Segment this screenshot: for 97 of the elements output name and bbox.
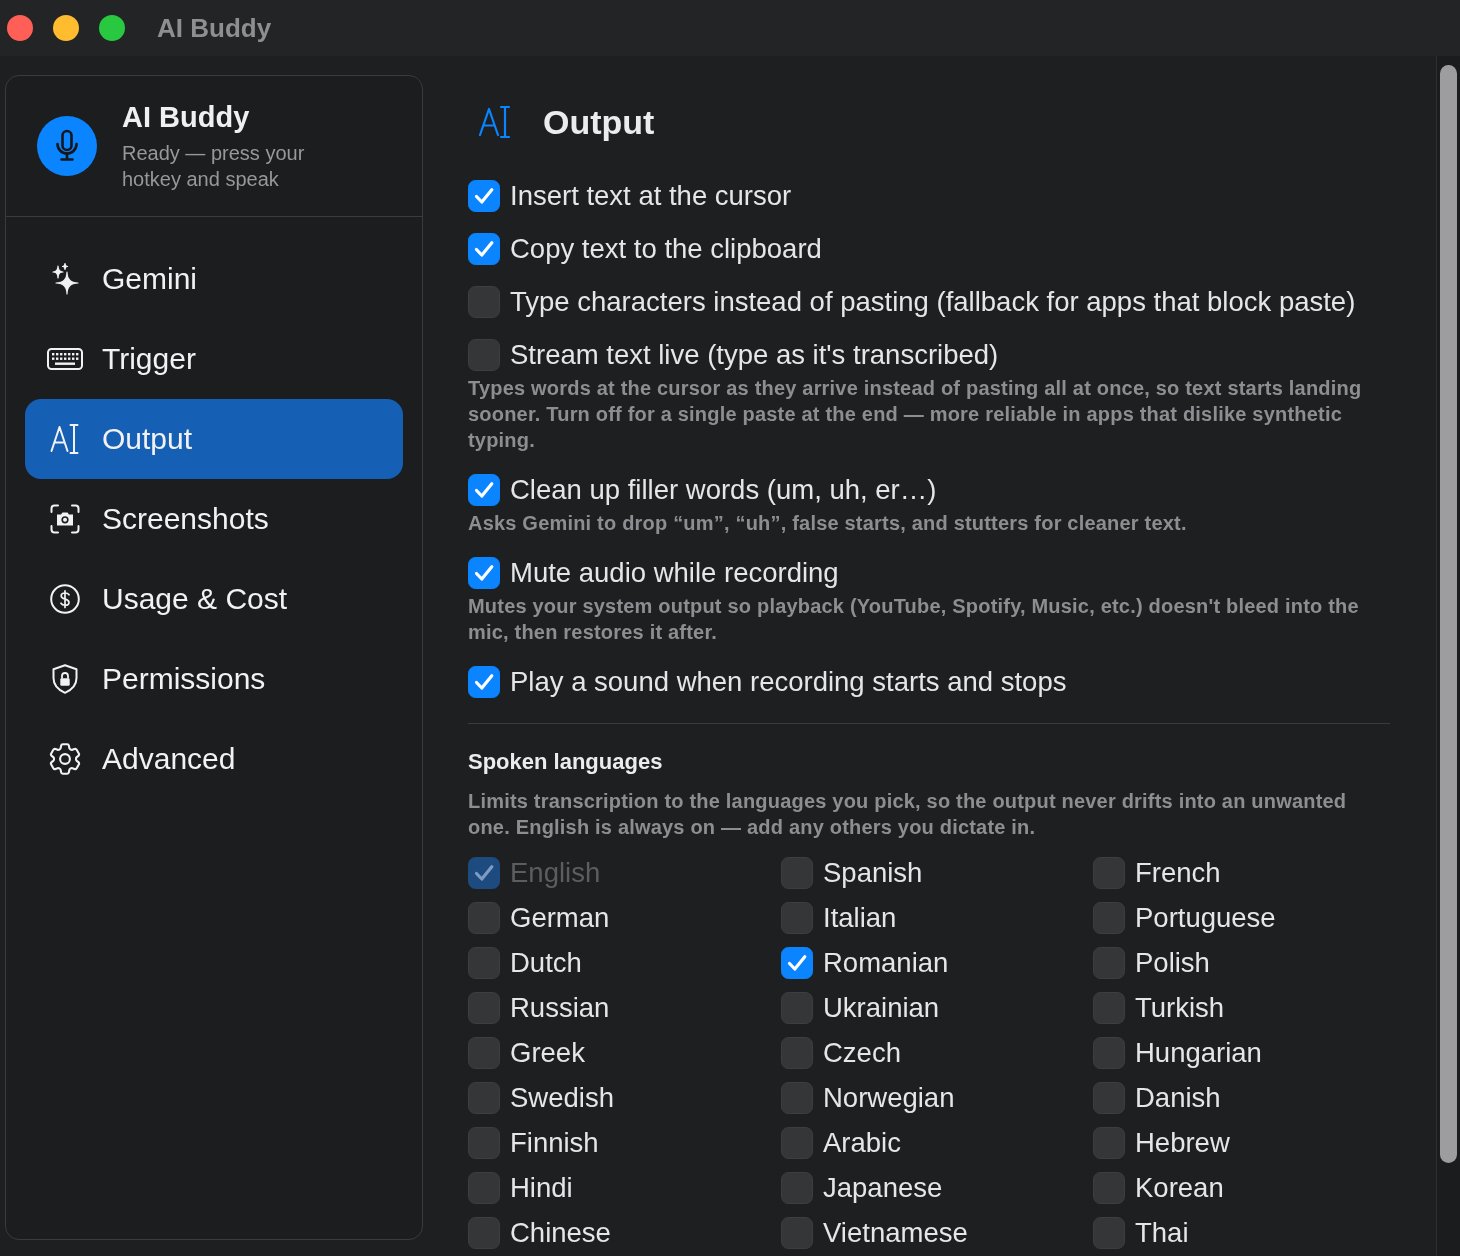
dollar-coin-icon	[50, 584, 80, 614]
sidebar-item[interactable]: Trigger	[25, 319, 403, 399]
checkbox[interactable]	[1093, 856, 1125, 889]
checkbox[interactable]	[468, 666, 500, 698]
language-label: Italian	[823, 901, 897, 934]
checkbox[interactable]	[468, 1126, 500, 1159]
language-label: Japanese	[823, 1171, 943, 1204]
language-label: English	[510, 856, 601, 889]
sidebar-item[interactable]: Gemini	[25, 239, 403, 319]
checkbox[interactable]	[468, 901, 500, 934]
checkbox[interactable]	[468, 1171, 500, 1204]
language-label: Chinese	[510, 1216, 611, 1249]
status-text: Ready — press your hotkey and speak	[122, 141, 306, 192]
checkbox[interactable]	[781, 1126, 813, 1159]
language-label: Swedish	[510, 1081, 614, 1114]
app-name: AI Buddy	[122, 100, 251, 134]
checkbox[interactable]	[781, 1171, 813, 1204]
language-label: Danish	[1135, 1081, 1221, 1114]
window-title: AI Buddy	[157, 12, 272, 44]
option-label: Clean up filler words (um, uh, er…)	[510, 474, 937, 506]
language-label: Dutch	[510, 946, 582, 979]
checkbox[interactable]	[1093, 1216, 1125, 1249]
language-label: French	[1135, 856, 1221, 889]
checkbox[interactable]	[781, 856, 813, 889]
shield-lock-icon	[52, 664, 78, 694]
sidebar-item[interactable]: Screenshots	[25, 479, 403, 559]
checkbox[interactable]	[1093, 991, 1125, 1024]
language-label: Spanish	[823, 856, 923, 889]
close-button[interactable]	[7, 15, 33, 41]
option-label: Copy text to the clipboard	[510, 233, 822, 265]
checkbox[interactable]	[468, 1036, 500, 1069]
language-label: Hebrew	[1135, 1126, 1230, 1159]
text-cursor-icon	[50, 423, 80, 455]
sidebar-item[interactable]: Usage & Cost	[25, 559, 403, 639]
checkbox[interactable]	[781, 946, 813, 979]
checkbox[interactable]	[1093, 946, 1125, 979]
camera-viewfinder-icon	[50, 504, 80, 534]
checkbox[interactable]	[468, 1216, 500, 1249]
checkbox[interactable]	[781, 1036, 813, 1069]
language-label: Norwegian	[823, 1081, 955, 1114]
sidebar-item[interactable]: Permissions	[25, 639, 403, 719]
checkbox[interactable]	[468, 286, 500, 318]
option-description: Asks Gemini to drop “um”, “uh”, false starts, and stutters for cleaner text.	[468, 511, 1188, 536]
checkbox[interactable]	[1093, 901, 1125, 934]
language-label: Vietnamese	[823, 1216, 968, 1249]
microphone-icon	[37, 116, 97, 176]
checkbox[interactable]	[781, 991, 813, 1024]
checkbox[interactable]	[1093, 1126, 1125, 1159]
option-label: Mute audio while recording	[510, 557, 839, 589]
zoom-button[interactable]	[99, 15, 125, 41]
option-label: Stream text live (type as it's transcribed)	[510, 339, 999, 371]
checkbox[interactable]	[468, 1081, 500, 1114]
checkbox[interactable]	[1093, 1081, 1125, 1114]
language-label: Korean	[1135, 1171, 1224, 1204]
language-label: German	[510, 901, 610, 934]
sidebar-item[interactable]: Advanced	[25, 719, 403, 799]
option-description: Types words at the cursor as they arrive instead of pasting all at once, so text starts landing sooner. Turn off for a single paste at the end — more reliable in apps that dislike synthetic typing.	[468, 376, 1363, 453]
option-label: Play a sound when recording starts and stops	[510, 666, 1067, 698]
page-heading: Output	[543, 102, 655, 142]
language-label: Ukrainian	[823, 991, 940, 1024]
language-label: Hindi	[510, 1171, 573, 1204]
scrollbar-thumb[interactable]	[1440, 65, 1457, 1163]
language-label: Polish	[1135, 946, 1210, 979]
checkbox[interactable]	[468, 991, 500, 1024]
checkbox[interactable]	[1093, 1036, 1125, 1069]
language-label: Romanian	[823, 946, 949, 979]
language-label: Turkish	[1135, 991, 1225, 1024]
language-label: Portuguese	[1135, 901, 1276, 934]
checkbox[interactable]	[468, 180, 500, 212]
checkbox[interactable]	[468, 474, 500, 506]
section-description: Limits transcription to the languages you pick, so the output never drifts into an unwanted one. English is always on — add any others you dictate in.	[468, 789, 1348, 840]
keyboard-icon	[47, 348, 83, 370]
settings-icon	[49, 743, 81, 775]
option-description: Mutes your system output so playback (YouTube, Spotify, Music, etc.) doesn't bleed into the mic, then restores it after.	[468, 594, 1360, 645]
checkbox[interactable]	[468, 557, 500, 589]
option-label: Type characters instead of pasting (fallback for apps that block paste)	[510, 286, 1356, 318]
language-label: Arabic	[823, 1126, 901, 1159]
option-label: Insert text at the cursor	[510, 180, 792, 212]
checkbox[interactable]	[1093, 1171, 1125, 1204]
checkbox[interactable]	[468, 946, 500, 979]
checkbox[interactable]	[781, 1081, 813, 1114]
text-cursor-icon	[478, 104, 512, 140]
checkbox[interactable]	[468, 339, 500, 371]
language-label: Finnish	[510, 1126, 599, 1159]
language-label: Hungarian	[1135, 1036, 1262, 1069]
minimize-button[interactable]	[53, 15, 79, 41]
sparkle-icon	[50, 263, 80, 295]
checkbox[interactable]	[781, 901, 813, 934]
sidebar-item[interactable]: Output	[25, 399, 403, 479]
language-label: Russian	[510, 991, 610, 1024]
language-label: Thai	[1135, 1216, 1189, 1249]
language-label: Czech	[823, 1036, 901, 1069]
scrollbar-track[interactable]	[1436, 56, 1460, 1256]
section-heading: Spoken languages	[468, 748, 664, 776]
checkbox[interactable]	[781, 1216, 813, 1249]
language-label: Greek	[510, 1036, 585, 1069]
checkbox[interactable]	[468, 233, 500, 265]
